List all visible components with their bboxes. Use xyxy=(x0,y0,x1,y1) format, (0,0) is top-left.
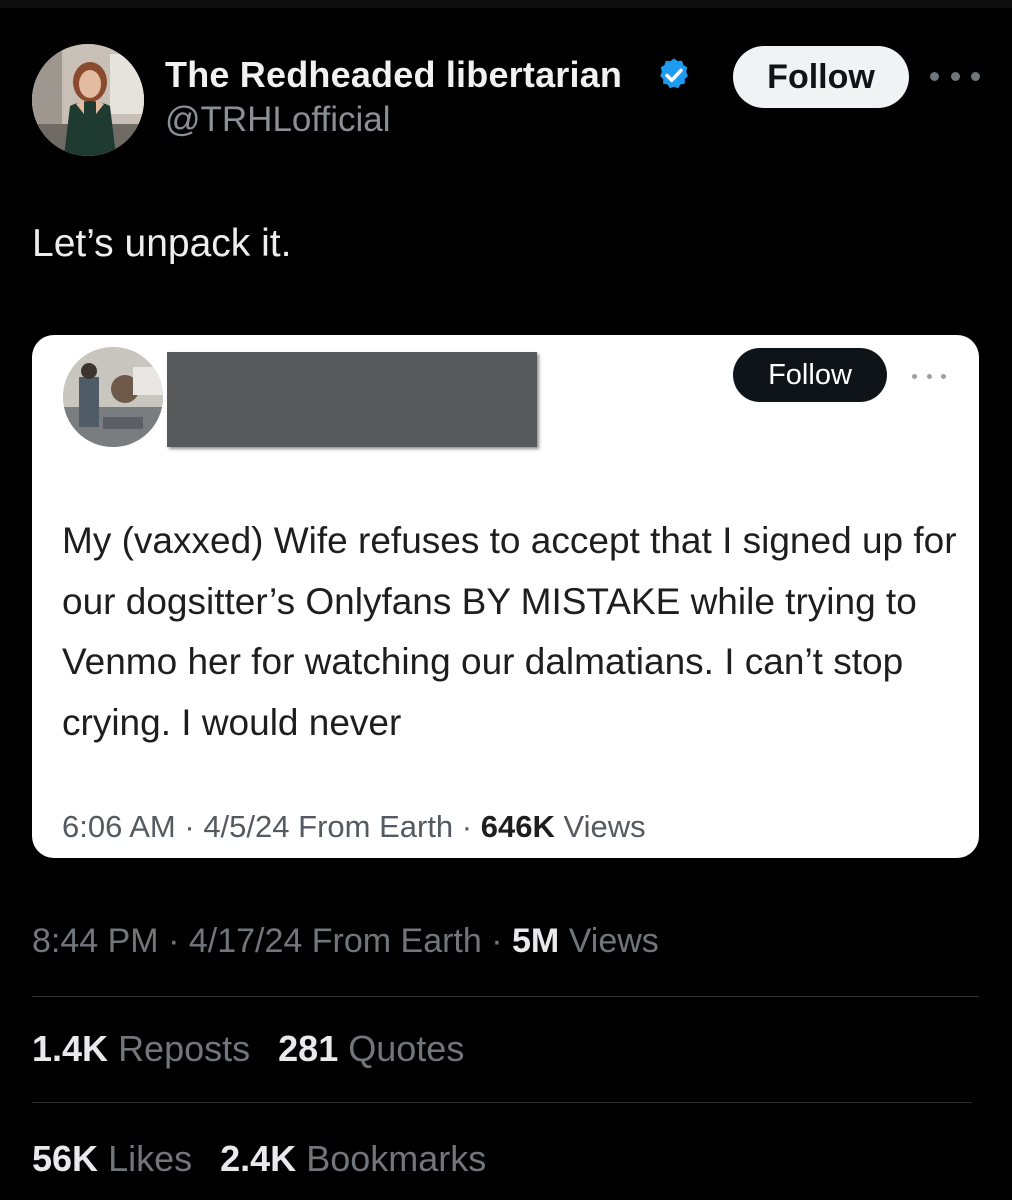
embedded-views-label: Views xyxy=(563,809,646,844)
bookmarks-link[interactable]: 2.4K Bookmarks xyxy=(220,1138,486,1179)
embedded-time: 6:06 AM xyxy=(62,809,176,844)
engagement-row-2: 56K Likes 2.4K Bookmarks xyxy=(32,1138,504,1180)
more-dot xyxy=(950,71,960,81)
more-dot xyxy=(971,71,980,81)
tweet-time[interactable]: 8:44 PM xyxy=(32,922,159,960)
divider xyxy=(32,996,979,997)
more-dot xyxy=(926,373,932,379)
avatar-photo xyxy=(32,44,144,156)
author-avatar[interactable] xyxy=(32,44,144,156)
engagement-row-1: 1.4K Reposts 281 Quotes xyxy=(32,1028,482,1070)
embedded-views-count: 646K xyxy=(480,809,555,844)
bookmarks-count: 2.4K xyxy=(220,1138,297,1179)
tweet-views-count: 5M xyxy=(512,922,560,960)
quotes-count: 281 xyxy=(278,1028,339,1069)
embedded-date: 4/5/24 xyxy=(203,809,290,844)
embedded-source: From Earth xyxy=(298,809,454,844)
embedded-more-icon xyxy=(912,372,946,380)
more-options-icon[interactable] xyxy=(930,58,980,94)
top-strip xyxy=(0,0,1012,8)
author-display-name[interactable]: The Redheaded libertarian xyxy=(165,54,622,96)
likes-label: Likes xyxy=(108,1138,193,1179)
bookmarks-label: Bookmarks xyxy=(306,1138,487,1179)
embedded-follow-button: Follow xyxy=(733,348,887,402)
tweet-views-label: Views xyxy=(568,922,659,960)
reposts-link[interactable]: 1.4K Reposts xyxy=(32,1028,250,1069)
embedded-avatar xyxy=(63,347,163,447)
likes-count: 56K xyxy=(32,1138,99,1179)
quotes-label: Quotes xyxy=(348,1028,465,1069)
more-dot xyxy=(912,373,917,379)
tweet-meta: 8:44 PM · 4/17/24 From Earth · 5M Views xyxy=(32,922,659,960)
quotes-link[interactable]: 281 Quotes xyxy=(278,1028,464,1069)
likes-link[interactable]: 56K Likes xyxy=(32,1138,192,1179)
reposts-count: 1.4K xyxy=(32,1028,109,1069)
redacted-name-block xyxy=(167,352,537,447)
verified-badge-icon xyxy=(660,58,688,89)
divider xyxy=(32,1102,972,1103)
follow-button[interactable]: Follow xyxy=(733,46,909,108)
embedded-post-text: My (vaxxed) Wife refuses to accept that … xyxy=(62,520,957,743)
embedded-post-meta: 6:06 AM · 4/5/24 From Earth · 646K Views xyxy=(62,809,646,844)
tweet-source: From Earth xyxy=(311,922,482,960)
tweet-date[interactable]: 4/17/24 xyxy=(189,922,302,960)
author-handle[interactable]: @TRHLofficial xyxy=(165,100,391,140)
more-dot xyxy=(941,373,946,379)
embedded-post-image[interactable]: Follow My (vaxxed) Wife refuses to accep… xyxy=(32,335,979,858)
more-dot xyxy=(930,71,939,81)
reposts-label: Reposts xyxy=(118,1028,251,1069)
embedded-avatar-photo xyxy=(63,347,163,447)
tweet-text: Let’s unpack it. xyxy=(32,222,292,265)
